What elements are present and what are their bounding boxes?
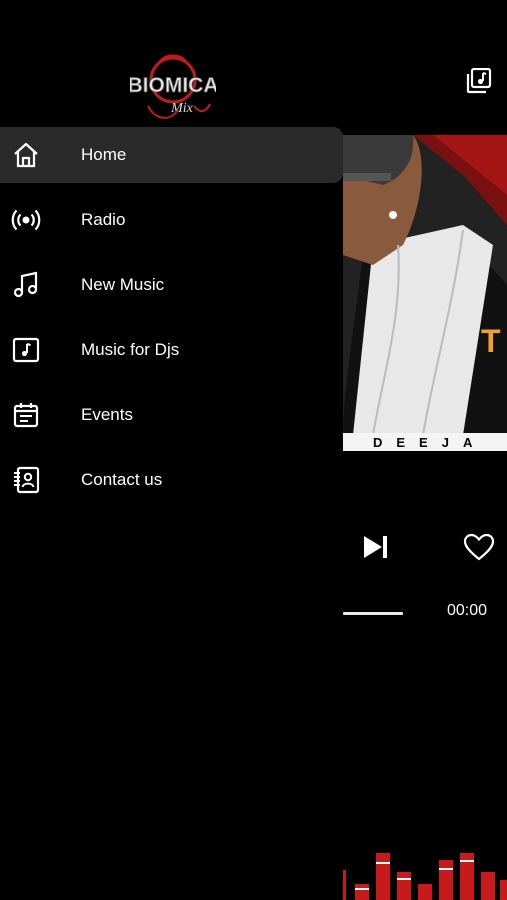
radio-broadcast-icon — [11, 205, 41, 235]
menu-label-radio: Radio — [81, 210, 126, 229]
menu-label-music-for-djs: Music for Djs — [81, 340, 180, 359]
cover-artwork — [343, 135, 507, 451]
album-cover: T DEEJA — [343, 135, 507, 451]
menu-item-radio[interactable]: Radio — [0, 192, 343, 248]
elapsed-time: 00:00 — [447, 602, 488, 619]
music-library-icon[interactable] — [466, 68, 492, 94]
calendar-icon — [11, 400, 41, 430]
skip-next-icon[interactable] — [361, 533, 389, 561]
menu-item-home[interactable]: Home — [0, 127, 343, 183]
menu-label-new-music: New Music — [81, 275, 165, 294]
menu-item-music-for-djs[interactable]: Music for Djs — [0, 322, 343, 378]
cover-title-fragment: T — [481, 323, 501, 359]
home-icon — [11, 140, 41, 170]
svg-text:BIOMICA: BIOMICA — [130, 74, 216, 97]
menu-item-contact-us[interactable]: Contact us — [0, 452, 343, 508]
navigation-drawer: BIOMICA Mix Home Radio New Music Music f… — [0, 0, 343, 900]
menu-label-contact-us: Contact us — [81, 470, 163, 489]
cover-strip-text: DEEJA — [343, 433, 507, 451]
equalizer-visualizer — [343, 853, 507, 900]
app-logo: BIOMICA Mix — [130, 54, 216, 119]
contact-book-icon — [11, 465, 41, 495]
menu-label-home: Home — [81, 145, 127, 164]
drawer-menu: Home Radio New Music Music for Djs Event… — [0, 127, 343, 517]
music-note-icon — [11, 270, 41, 300]
menu-label-events: Events — [81, 405, 133, 424]
menu-item-new-music[interactable]: New Music — [0, 257, 343, 313]
music-square-icon — [11, 335, 41, 365]
heart-icon[interactable] — [463, 533, 495, 561]
menu-item-events[interactable]: Events — [0, 387, 343, 443]
progress-bar[interactable] — [343, 612, 403, 615]
